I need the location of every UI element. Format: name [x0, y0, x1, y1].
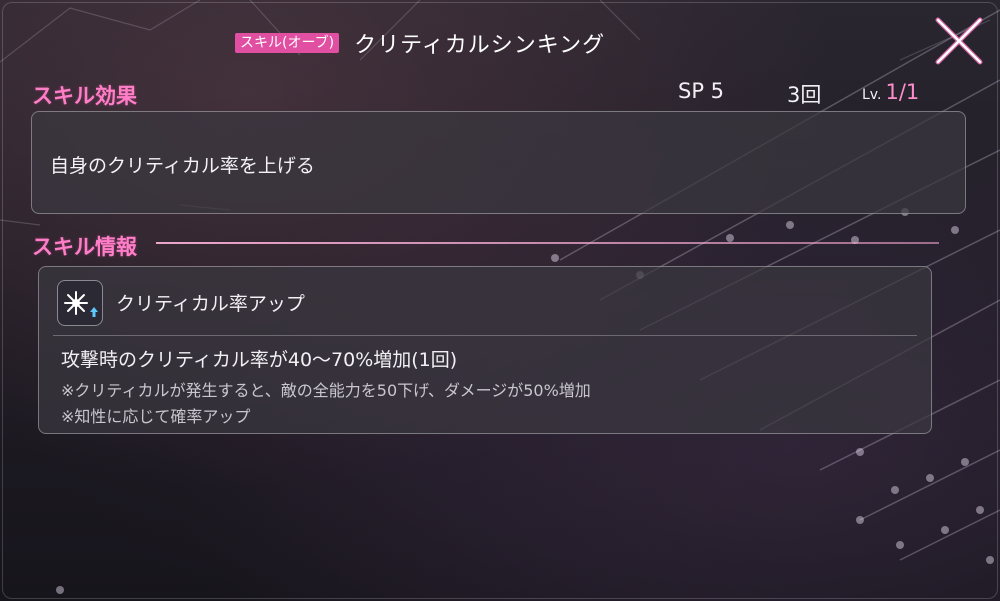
section-divider: [156, 242, 939, 244]
skill-header: スキル(オーブ) クリティカルシンキング: [235, 28, 605, 58]
skill-type-tag: スキル(オーブ): [235, 33, 340, 53]
critical-spark-up-icon: [57, 280, 103, 326]
level-label: Lv.: [862, 87, 882, 103]
skill-info-name: クリティカル率アップ: [116, 293, 305, 315]
skill-name: クリティカルシンキング: [354, 33, 606, 58]
info-separator: [53, 335, 917, 336]
skill-info-panel: クリティカル率アップ 攻撃時のクリティカル率が40〜70%増加(1回) ※クリテ…: [38, 266, 932, 434]
skill-info-description: 攻撃時のクリティカル率が40〜70%増加(1回): [61, 349, 458, 371]
close-button[interactable]: [928, 12, 988, 72]
skill-info-title: スキル情報: [32, 235, 137, 259]
close-icon: [935, 17, 983, 65]
skill-info-note-2: ※知性に応じて確率アップ: [61, 407, 251, 426]
skill-effect-text: 自身のクリティカル率を上げる: [50, 155, 315, 177]
level-value: 1/1: [885, 80, 920, 104]
skill-level: Lv. 1/1: [862, 80, 919, 104]
skill-info-note-1: ※クリティカルが発生すると、敵の全能力を50下げ、ダメージが50%増加: [61, 381, 591, 400]
sp-cost: SP 5: [678, 79, 725, 103]
skill-effect-title: スキル効果: [32, 84, 137, 108]
use-count: 3回: [787, 83, 822, 107]
skill-effect-panel: 自身のクリティカル率を上げる: [31, 111, 966, 214]
